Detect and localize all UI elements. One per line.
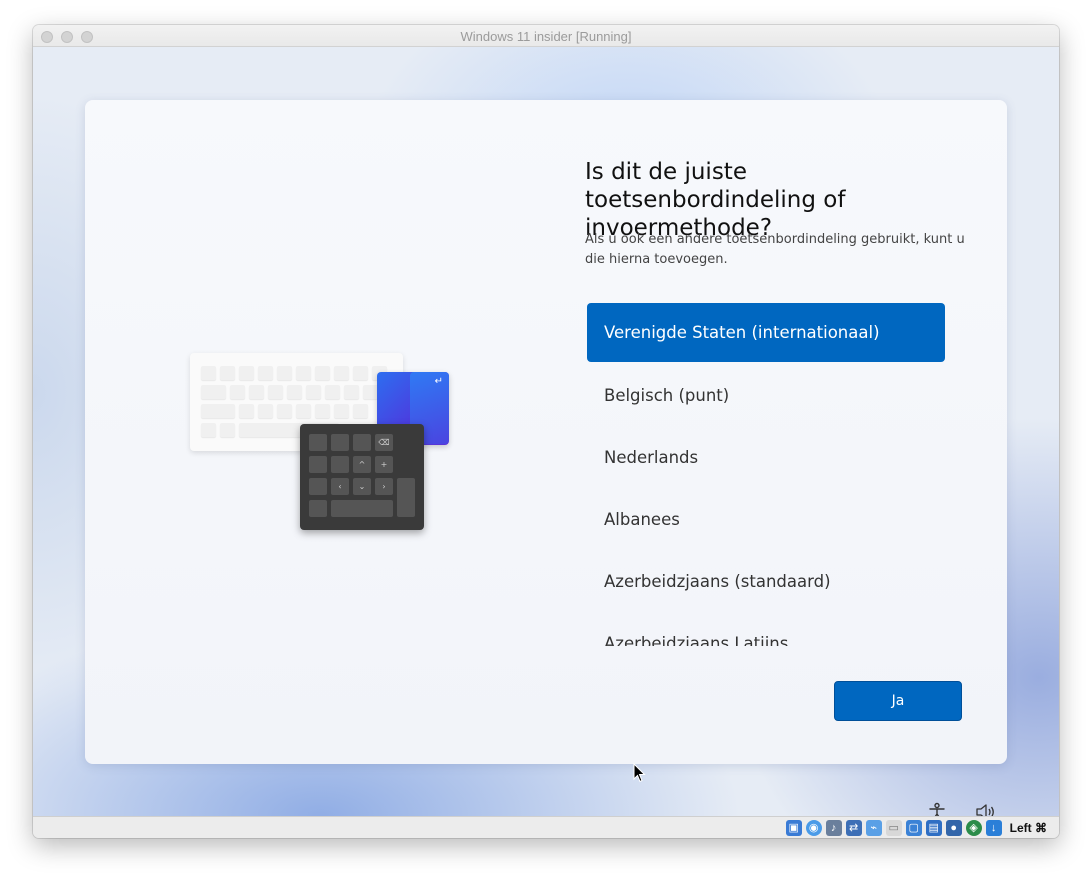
layout-option-albanian[interactable]: Albanees — [587, 490, 945, 549]
oobe-card: ↵ ⌫ ^ + ‹ ⌄ › Is dit de juiste toetsenbordind… — [85, 100, 1007, 764]
key-illustration — [277, 366, 292, 380]
layout-option-us-international[interactable]: Verenigde Staten (internationaal) — [587, 303, 945, 362]
display-icon[interactable]: ▢ — [905, 820, 922, 836]
recording-icon[interactable]: ● — [945, 820, 962, 836]
layout-option-azerbaijani-latin[interactable]: Azerbeidzjaans Latijns — [587, 614, 945, 646]
numpad-key-illustration — [309, 456, 327, 473]
key-illustration — [296, 366, 311, 380]
keyboard-illustration: ↵ ⌫ ^ + ‹ ⌄ › — [190, 353, 452, 533]
volume-icon[interactable] — [975, 802, 997, 816]
key-illustration — [325, 385, 340, 399]
key-illustration — [363, 385, 378, 399]
numpad-tall-key-illustration — [397, 478, 415, 517]
numpad-key-illustration — [309, 478, 327, 495]
numpad-key-illustration — [309, 500, 327, 517]
key-illustration — [315, 366, 330, 380]
numpad-wide-key-illustration — [331, 500, 393, 517]
key-illustration — [201, 404, 235, 418]
page-subtext: Als u ook een andere toetsenbordindeling… — [585, 232, 965, 267]
numpad-key-illustration — [331, 434, 349, 451]
keyboard-layout-list[interactable]: Verenigde Staten (internationaal) Belgis… — [587, 302, 947, 646]
audio-icon[interactable]: ♪ — [825, 820, 842, 836]
usb-icon[interactable]: ⌁ — [865, 820, 882, 836]
window-title: Windows 11 insider [Running] — [460, 29, 632, 44]
key-illustration — [268, 385, 283, 399]
confirm-button[interactable]: Ja — [834, 681, 962, 721]
guest-screen[interactable]: ↵ ⌫ ^ + ‹ ⌄ › Is dit de juiste toetsenbordind… — [33, 47, 1059, 816]
key-illustration — [315, 404, 330, 418]
optical-drive-icon[interactable]: ◉ — [805, 820, 822, 836]
key-illustration — [239, 404, 254, 418]
layout-option-azerbaijani-standard[interactable]: Azerbeidzjaans (standaard) — [587, 552, 945, 611]
shared-folder-icon[interactable]: ▭ — [885, 820, 902, 836]
key-illustration — [344, 385, 359, 399]
key-illustration — [287, 385, 302, 399]
key-illustration — [353, 404, 368, 418]
numpad-key-illustration: ⌄ — [353, 478, 371, 495]
key-illustration — [277, 404, 292, 418]
virtualbox-status-bar: ▣ ◉ ♪ ⇄ ⌁ ▭ ▢ ▤ ● ◈ ↓ Left ⌘ — [33, 816, 1059, 838]
accessibility-icon[interactable] — [927, 802, 947, 816]
cpu-icon[interactable]: ◈ — [965, 820, 982, 836]
key-illustration — [296, 404, 311, 418]
key-illustration — [201, 423, 216, 437]
status-bar-icons: ▣ ◉ ♪ ⇄ ⌁ ▭ ▢ ▤ ● ◈ ↓ Left ⌘ — [785, 819, 1047, 837]
key-illustration — [258, 404, 273, 418]
key-illustration — [220, 366, 235, 380]
key-illustration — [353, 366, 368, 380]
title-bar[interactable]: Windows 11 insider [Running] — [33, 25, 1059, 47]
key-illustration — [258, 366, 273, 380]
screen-capture-icon[interactable]: ▤ — [925, 820, 942, 836]
numpad-key-illustration — [353, 434, 371, 451]
numpad-key-illustration: ‹ — [331, 478, 349, 495]
numpad-key-illustration — [331, 456, 349, 473]
key-illustration — [230, 385, 245, 399]
numpad-key-illustration — [309, 434, 327, 451]
hard-disk-icon[interactable]: ▣ — [785, 820, 802, 836]
key-illustration — [334, 404, 349, 418]
key-illustration — [220, 423, 235, 437]
key-illustration — [334, 366, 349, 380]
numpad-key-illustration: ^ — [353, 456, 371, 473]
enter-key-icon: ↵ — [434, 376, 443, 387]
layout-option-belgian-period[interactable]: Belgisch (punt) — [587, 366, 945, 425]
key-illustration — [201, 366, 216, 380]
layout-option-dutch[interactable]: Nederlands — [587, 428, 945, 487]
numpad-illustration: ⌫ ^ + ‹ ⌄ › — [300, 424, 424, 530]
numpad-key-illustration: ⌫ — [375, 434, 393, 451]
virtualbox-window: Windows 11 insider [Running] ↵ ⌫ ^ + ‹ ⌄ › Is… — [33, 25, 1059, 838]
host-key-indicator: Left ⌘ — [1009, 821, 1047, 835]
mouse-cursor-icon — [633, 763, 646, 783]
numpad-key-illustration: › — [375, 478, 393, 495]
key-illustration — [201, 385, 226, 399]
key-illustration — [239, 366, 254, 380]
download-icon[interactable]: ↓ — [985, 820, 1002, 836]
key-illustration — [306, 385, 321, 399]
key-illustration — [249, 385, 264, 399]
numpad-key-illustration: + — [375, 456, 393, 473]
network-icon[interactable]: ⇄ — [845, 820, 862, 836]
